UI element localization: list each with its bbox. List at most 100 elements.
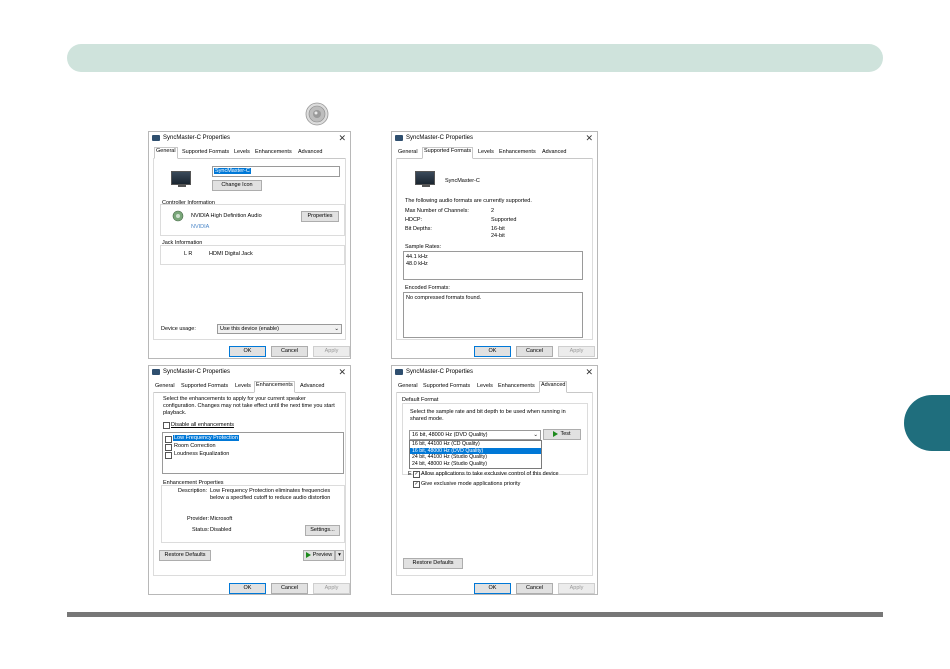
tab-levels[interactable]: Levels [477, 149, 495, 157]
test-button[interactable]: Test [543, 429, 581, 440]
apply-button[interactable]: Apply [558, 583, 595, 594]
preview-button[interactable]: Preview [303, 550, 335, 561]
tab-general[interactable]: General [154, 383, 176, 391]
tab-levels[interactable]: Levels [234, 383, 252, 391]
speaker-device-icon [395, 369, 403, 375]
disable-all-checkbox[interactable] [163, 422, 170, 429]
close-icon[interactable]: ✕ [585, 367, 593, 378]
device-usage-select[interactable]: Use this device (enable) ⌄ [217, 324, 342, 334]
test-label: Test [560, 431, 571, 437]
tab-advanced[interactable]: Advanced [297, 149, 323, 157]
chevron-down-icon: ⌄ [533, 432, 538, 438]
bit-depth-item: 24-bit [491, 233, 505, 239]
tab-supported-formats[interactable]: Supported Formats [422, 383, 471, 391]
allow-exclusive-label: Allow applications to take exclusive con… [421, 471, 559, 477]
ok-button[interactable]: OK [474, 346, 511, 357]
monitor-icon [415, 171, 435, 187]
preview-dropdown-button[interactable]: ▾ [335, 550, 344, 561]
close-icon[interactable]: ✕ [338, 133, 346, 144]
apply-button[interactable]: Apply [558, 346, 595, 357]
controller-vendor-link[interactable]: NVIDIA [191, 224, 209, 230]
give-priority-checkbox[interactable]: ✓ [413, 481, 420, 488]
tab-general[interactable]: General [397, 383, 419, 391]
chapter-tab [904, 395, 950, 451]
hdcp-value: Supported [491, 217, 517, 223]
close-icon[interactable]: ✕ [338, 367, 346, 378]
tab-enhancements[interactable]: Enhancements [497, 383, 536, 391]
restore-defaults-button[interactable]: Restore Defaults [403, 558, 463, 569]
tab-enhancements[interactable]: Enhancements [254, 149, 293, 157]
sample-rates-list[interactable]: 44.1 kHz 48.0 kHz [403, 251, 583, 280]
tab-supported-formats[interactable]: Supported Formats [181, 149, 230, 157]
apply-button[interactable]: Apply [313, 346, 350, 357]
enhancements-list[interactable]: Low Frequency Protection Room Correction… [162, 432, 344, 474]
device-usage-label: Device usage: [161, 326, 196, 332]
ok-button[interactable]: OK [474, 583, 511, 594]
controller-name: NVIDIA High Definition Audio [191, 213, 262, 219]
enhancement-item[interactable]: Loudness Equalization [174, 451, 229, 457]
apply-button[interactable]: Apply [313, 583, 350, 594]
cancel-button[interactable]: Cancel [516, 346, 553, 357]
format-dropdown-list[interactable]: 16 bit, 44100 Hz (CD Quality) 16 bit, 48… [409, 440, 542, 469]
intro-line: Select the enhancements to apply for you… [163, 396, 306, 402]
tab-advanced[interactable]: Advanced [299, 383, 325, 391]
preview-label: Preview [312, 552, 333, 558]
tab-enhancements[interactable]: Enhancements [498, 149, 537, 157]
enhancement-item[interactable]: Low Frequency Protection [173, 435, 239, 441]
tab-supported-formats[interactable]: Supported Formats [180, 383, 229, 391]
status-value: Disabled [210, 527, 232, 533]
status-label: Status: [192, 527, 210, 533]
allow-exclusive-checkbox[interactable]: ✓ [413, 471, 420, 478]
tab-general[interactable]: General [397, 149, 419, 157]
provider-value: Microsoft [210, 516, 233, 522]
controller-icon [172, 210, 184, 222]
format-option[interactable]: 24 bit, 48000 Hz (Studio Quality) [410, 461, 541, 468]
provider-label: Provider: [187, 516, 210, 522]
dialog-title: SyncMaster-C Properties [406, 135, 474, 141]
ok-button[interactable]: OK [229, 583, 266, 594]
device-name-field[interactable]: SyncMaster-C [212, 166, 340, 177]
title-bar: SyncMaster-C Properties ✕ [392, 132, 597, 145]
intro-line: configuration. Changes may not take effe… [163, 403, 335, 409]
dialog-title: SyncMaster-C Properties [163, 369, 231, 375]
speaker-icon [305, 102, 329, 126]
format-selected-value: 16 bit, 48000 Hz (DVD Quality) [412, 432, 488, 438]
formats-dialog: SyncMaster-C Properties ✕ General Suppor… [391, 131, 598, 359]
sample-rate-item: 44.1 kHz [406, 254, 428, 260]
enhancement-checkbox[interactable] [165, 452, 172, 459]
footer-rule [67, 612, 883, 617]
encoded-formats-value: No compressed formats found. [406, 295, 482, 301]
description-line: below a specified cutoff to reduce audio… [210, 495, 331, 501]
cancel-button[interactable]: Cancel [271, 346, 308, 357]
play-icon [305, 551, 311, 558]
tab-levels[interactable]: Levels [233, 149, 251, 157]
change-icon-button[interactable]: Change Icon [212, 180, 262, 191]
header-bar [67, 44, 883, 72]
ok-button[interactable]: OK [229, 346, 266, 357]
encoded-formats-list[interactable]: No compressed formats found. [403, 292, 583, 338]
monitor-icon [171, 171, 191, 187]
title-bar: SyncMaster-C Properties ✕ [149, 132, 350, 145]
enhancement-item[interactable]: Room Correction [174, 443, 216, 449]
restore-defaults-button[interactable]: Restore Defaults [159, 550, 211, 561]
default-format-desc: Select the sample rate and bit depth to … [410, 409, 566, 415]
close-icon[interactable]: ✕ [585, 133, 593, 144]
settings-button[interactable]: Settings... [305, 525, 340, 536]
format-select[interactable]: 16 bit, 48000 Hz (DVD Quality) ⌄ [409, 430, 541, 440]
disable-all-label: Disable all enhancements [171, 422, 234, 428]
properties-button[interactable]: Properties [301, 211, 339, 222]
enhancement-checkbox[interactable] [165, 436, 172, 443]
device-name: SyncMaster-C [445, 178, 480, 184]
jack-lr: L R [184, 251, 193, 257]
exclusive-mode-header-partial: E [408, 471, 412, 477]
tab-panel: Default Format Select the sample rate an… [396, 392, 593, 576]
title-bar: SyncMaster-C Properties ✕ [149, 366, 350, 379]
tab-panel: Select the enhancements to apply for you… [153, 392, 346, 576]
tab-advanced[interactable]: Advanced [541, 149, 567, 157]
give-priority-label: Give exclusive mode applications priorit… [421, 481, 521, 487]
enhancement-checkbox[interactable] [165, 444, 172, 451]
max-channels-value: 2 [491, 208, 495, 214]
cancel-button[interactable]: Cancel [516, 583, 553, 594]
tab-levels[interactable]: Levels [476, 383, 494, 391]
cancel-button[interactable]: Cancel [271, 583, 308, 594]
